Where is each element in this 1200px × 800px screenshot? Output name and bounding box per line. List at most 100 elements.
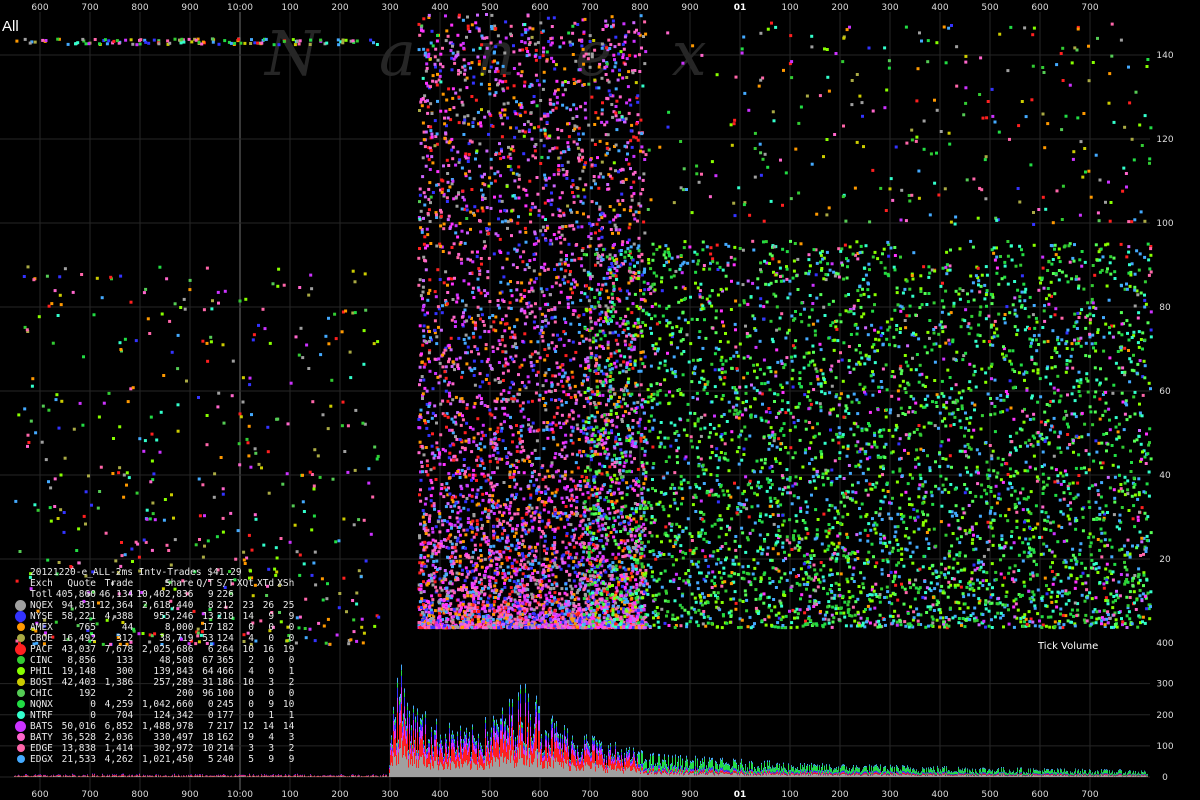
scatter-point	[562, 390, 566, 394]
scatter-point	[190, 40, 194, 44]
scatter-point	[616, 342, 620, 346]
scatter-point	[569, 439, 573, 443]
scatter-point	[644, 32, 648, 36]
scatter-point	[435, 213, 438, 217]
scatter-point	[515, 560, 519, 564]
scatter-point	[517, 392, 521, 396]
scatter-point	[635, 28, 638, 32]
scatter-point	[550, 491, 554, 495]
scatter-point	[473, 588, 477, 592]
scatter-point	[574, 59, 578, 63]
scatter-point	[432, 504, 436, 508]
scatter-point	[469, 560, 473, 564]
scatter-point	[453, 276, 456, 280]
scatter-point	[471, 550, 475, 554]
scatter-point	[479, 549, 482, 552]
scatter-point	[458, 399, 462, 403]
scatter-point	[578, 341, 582, 345]
scatter-point	[168, 319, 172, 323]
scatter-point	[464, 172, 468, 176]
scatter-point	[548, 564, 552, 568]
scatter-point	[502, 569, 505, 572]
scatter-point	[526, 400, 530, 404]
scatter-point	[82, 514, 86, 518]
scatter-point	[430, 444, 434, 448]
scatter-point	[308, 470, 312, 474]
scatter-point	[157, 42, 161, 46]
scatter-point	[553, 389, 557, 392]
scatter-point	[581, 556, 585, 560]
scatter-point	[506, 565, 510, 569]
scatter-point	[483, 289, 487, 293]
scatter-point	[487, 516, 491, 520]
scatter-point	[596, 116, 600, 120]
scatter-point	[512, 44, 515, 48]
scatter-point	[575, 613, 579, 617]
scatter-point	[541, 320, 545, 323]
scatter-point	[463, 241, 467, 245]
scatter-point	[479, 230, 483, 234]
scatter-point	[487, 222, 491, 226]
scatter-point	[629, 129, 633, 133]
scatter-point	[33, 40, 37, 44]
scatter-point	[608, 220, 612, 224]
scatter-point	[600, 211, 604, 215]
scatter-point	[496, 460, 500, 464]
scatter-point	[498, 457, 502, 461]
scatter-point	[56, 37, 60, 41]
scatter-point	[496, 303, 500, 307]
scatter-point	[429, 468, 433, 472]
scatter-point	[553, 596, 556, 600]
scatter-point	[453, 535, 457, 539]
scatter-point	[558, 301, 561, 305]
scatter-point	[624, 177, 628, 181]
scatter-point	[561, 540, 565, 544]
scatter-point	[462, 528, 466, 532]
scatter-point	[426, 105, 430, 109]
scatter-point	[497, 306, 501, 310]
scatter-point	[523, 309, 527, 313]
scatter-point	[507, 391, 511, 395]
scatter-point	[203, 514, 206, 518]
scatter-point	[463, 446, 467, 450]
scatter-point	[482, 615, 486, 619]
scatter-point	[490, 413, 494, 417]
scatter-point	[359, 575, 363, 579]
scatter-point	[119, 348, 123, 351]
scatter-point	[433, 319, 437, 323]
scatter-point	[535, 478, 539, 482]
scatter-point	[639, 436, 643, 440]
scatter-point	[431, 583, 435, 587]
scatter-point	[461, 299, 464, 303]
scatter-point	[431, 79, 435, 83]
scatter-point	[243, 562, 247, 565]
scatter-point	[460, 207, 464, 211]
scatter-point	[418, 187, 422, 191]
scatter-point	[432, 466, 436, 470]
scatter-point	[445, 158, 449, 162]
scatter-point	[56, 314, 60, 317]
scatter-point	[448, 227, 452, 230]
scatter-point	[475, 479, 478, 482]
scatter-point	[558, 196, 562, 200]
scatter-point	[479, 517, 483, 521]
scatter-point	[452, 615, 456, 619]
scatter-point	[422, 572, 426, 576]
scatter-point	[578, 542, 582, 546]
scatter-point	[461, 494, 465, 498]
scatter-point	[487, 498, 491, 502]
scatter-point	[424, 497, 428, 501]
scatter-point	[483, 183, 487, 187]
scatter-point	[601, 527, 605, 531]
scatter-point	[478, 572, 481, 576]
scatter-point	[298, 573, 302, 577]
scatter-point	[301, 473, 304, 477]
scatter-point	[483, 404, 487, 407]
scatter-point	[143, 439, 147, 443]
scatter-point	[426, 357, 430, 361]
scatter-point	[638, 568, 642, 572]
scatter-point	[282, 39, 286, 43]
scatter-point	[617, 42, 621, 46]
scatter-point	[609, 531, 613, 534]
scatter-point	[598, 462, 602, 466]
